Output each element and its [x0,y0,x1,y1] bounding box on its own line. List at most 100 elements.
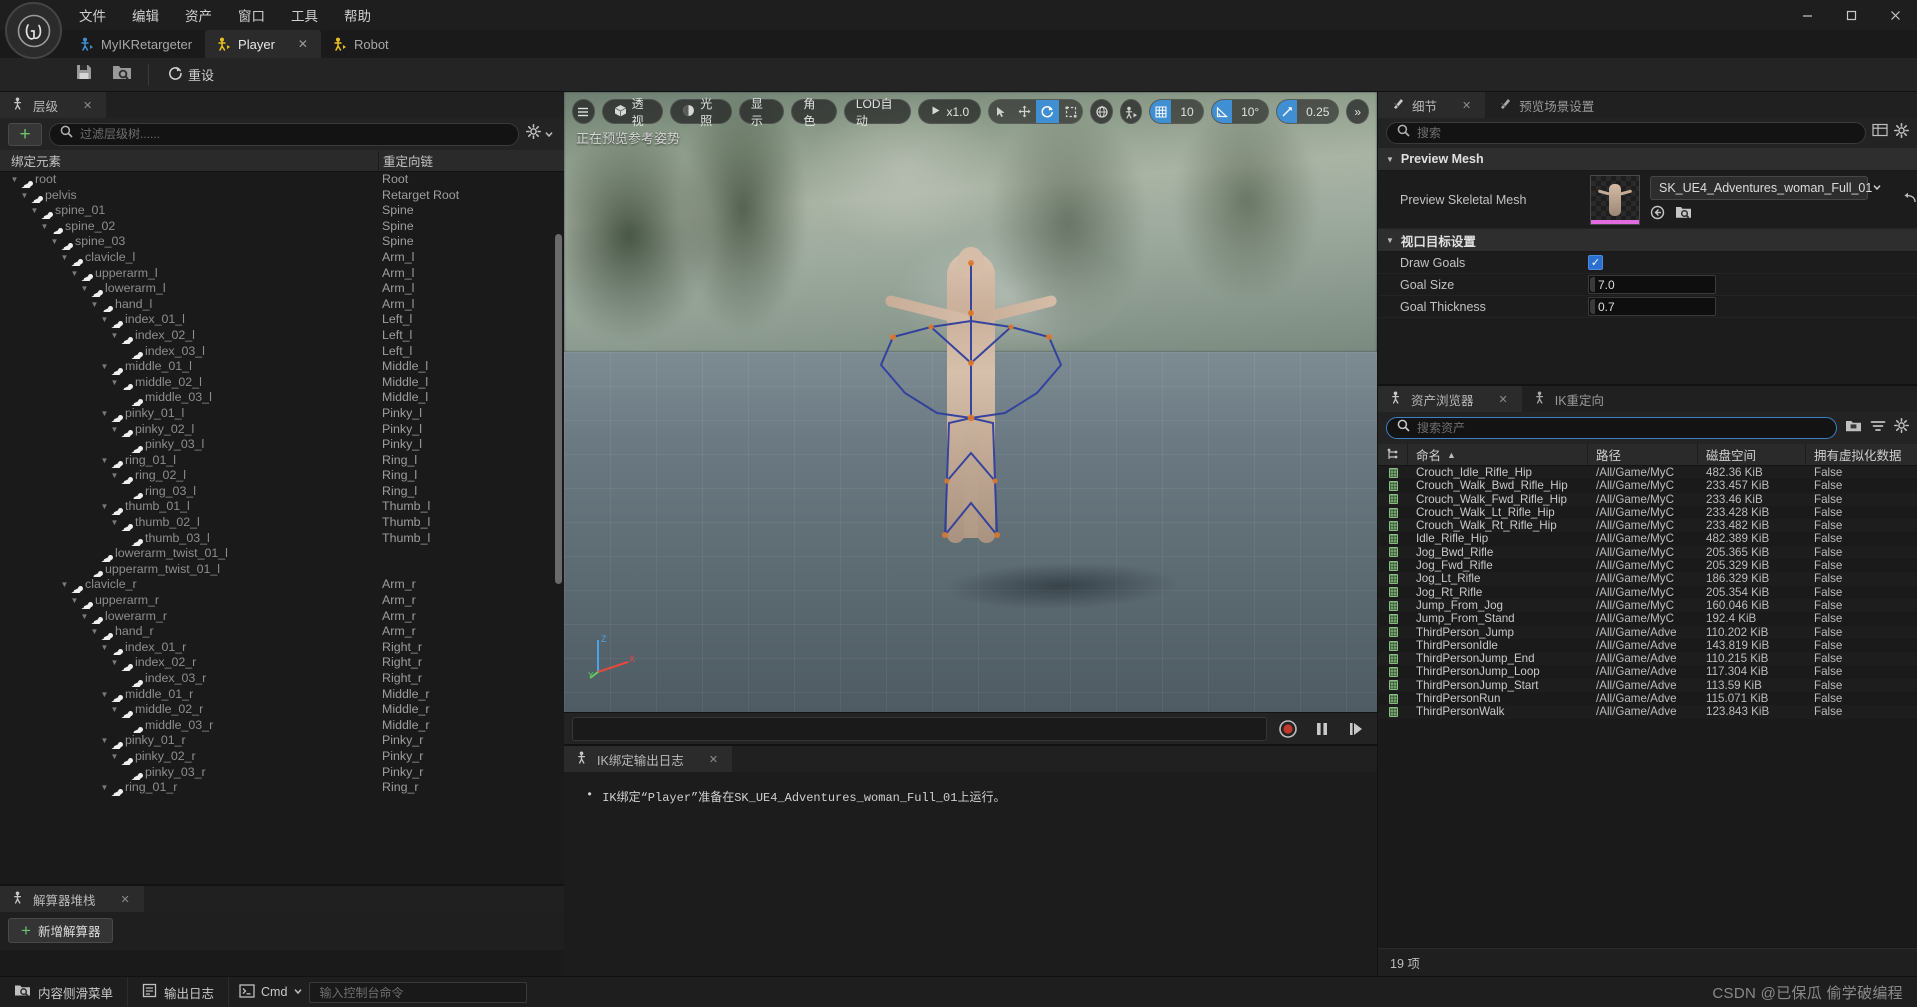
cmd-label[interactable]: Cmd [261,985,287,999]
asset-row[interactable]: Crouch_Walk_Bwd_Rifle_Hip/All/Game/MyC 23… [1378,479,1917,492]
hierarchy-row[interactable]: ▼ index_02_l Left_l [0,328,564,344]
reset-button[interactable]: 重设 [157,61,224,88]
hierarchy-tree-list[interactable]: ▼ root Root ▼ pelvis Retarget Root ▼ spine_01 Sp… [0,172,564,884]
preview-mesh-dropdown[interactable]: SK_UE4_Adventures_woman_Full_01 [1650,176,1881,200]
hierarchy-row[interactable]: ▼ thumb_01_l Thumb_l [0,499,564,516]
section-header-preview-mesh[interactable]: ▼ Preview Mesh [1378,148,1917,171]
chevron-down-icon[interactable]: ▼ [109,749,120,765]
asset-row[interactable]: Jog_Lt_Rifle/All/Game/MyC 186.329 KiB Fals… [1378,572,1917,586]
hierarchy-row[interactable]: ▼ clavicle_l Arm_l [0,250,564,266]
chevron-down-icon[interactable]: ▼ [99,359,110,375]
hierarchy-row[interactable]: upperarm_twist_01_l [0,562,564,578]
asset-row[interactable]: ThirdPersonJump_Start/All/Game/Adve 113.5… [1378,678,1917,693]
solver-tab-close-icon[interactable]: ✕ [121,893,130,906]
tab-details[interactable]: 细节 ✕ [1378,92,1486,118]
chevron-down-icon[interactable]: ▼ [109,375,120,391]
hierarchy-icon[interactable] [1378,444,1408,465]
chevron-down-icon[interactable]: ▼ [109,422,120,438]
add-hierarchy-button[interactable]: + [8,122,42,146]
viewport-perspective-button[interactable]: 透视 [601,97,664,128]
hierarchy-scrollbar[interactable] [555,234,562,584]
hierarchy-row-chain[interactable]: Thumb_l [378,531,564,547]
hierarchy-row-chain[interactable]: Left_l [378,312,564,328]
hierarchy-row-chain[interactable]: Spine [378,219,564,235]
asset-row[interactable]: ThirdPersonRun/All/Game/Adve 115.071 KiB F… [1378,692,1917,705]
chevron-down-icon[interactable] [293,985,303,999]
hierarchy-row[interactable]: ▼ pinky_02_r Pinky_r [0,749,564,765]
asset-table-body[interactable]: Crouch_Idle_Rifle_Hip/All/Game/MyC 482.36… [1378,466,1917,948]
folder-icon[interactable] [1845,419,1862,438]
hierarchy-row[interactable]: ▼ upperarm_r Arm_r [0,593,564,609]
translate-icon[interactable] [1012,100,1035,123]
viewport-lighting-button[interactable]: 光照 [670,97,732,128]
tab-ik-retarget[interactable]: IK重定向 [1522,386,1618,412]
hierarchy-row[interactable]: ▼ pelvis Retarget Root [0,188,564,204]
asset-row[interactable]: Crouch_Walk_Fwd_Rifle_Hip/All/Game/MyC 23… [1378,492,1917,506]
tab-hierarchy[interactable]: 层级 ✕ [0,92,107,118]
chevron-down-icon[interactable]: ▼ [79,281,90,297]
grid-snap-value[interactable]: 10 [1171,105,1202,119]
hierarchy-row[interactable]: pinky_03_l Pinky_l [0,437,564,453]
hierarchy-row[interactable]: ▼ lowerarm_l Arm_l [0,281,564,297]
tab-close-icon[interactable]: ✕ [298,37,308,51]
grid-icon[interactable] [1150,100,1172,123]
scale-icon[interactable] [1059,100,1082,123]
chevron-down-icon[interactable]: ▼ [69,266,80,282]
hierarchy-row[interactable]: ring_03_l Ring_l [0,484,564,500]
chevron-down-icon[interactable]: ▼ [69,593,80,609]
section-header-viewport-target-settings[interactable]: ▼ 视口目标设置 [1378,229,1917,252]
chevron-down-icon[interactable] [544,129,554,139]
tab-asset-browser[interactable]: 资产浏览器 ✕ [1378,386,1522,412]
hierarchy-tab-close-icon[interactable]: ✕ [83,99,92,112]
asset-row[interactable]: ThirdPersonJump_End/All/Game/Adve 110.215… [1378,652,1917,666]
hierarchy-row[interactable]: ▼ thumb_02_l Thumb_l [0,515,564,531]
hierarchy-row-chain[interactable]: Right_r [378,640,564,656]
tab-preview-scene-settings[interactable]: 预览场景设置 [1485,92,1608,118]
chevron-down-icon[interactable]: ▼ [89,297,100,313]
hierarchy-row-chain[interactable]: Arm_l [378,281,564,297]
hierarchy-row-chain[interactable]: Middle_r [378,702,564,718]
revert-icon[interactable] [1902,192,1917,208]
column-header-chain[interactable]: 重定向链 [378,151,564,170]
viewport-menu-button[interactable] [572,99,595,124]
chevron-down-icon[interactable]: ▼ [49,234,60,250]
hierarchy-row-chain[interactable]: Ring_l [378,453,564,469]
asset-row[interactable]: Jump_From_Jog/All/Game/MyC 160.046 KiB Fal… [1378,598,1917,613]
hierarchy-row-chain[interactable]: Ring_r [378,780,564,796]
menu-item-help[interactable]: 帮助 [333,1,382,29]
chevron-down-icon[interactable]: ▼ [89,624,100,640]
chevron-down-icon[interactable]: ▼ [109,655,120,671]
hierarchy-row[interactable]: index_03_r Right_r [0,671,564,687]
tab-ik-output-log[interactable]: IK绑定输出日志 ✕ [564,746,733,772]
hierarchy-row[interactable]: ▼ middle_01_l Middle_l [0,359,564,375]
details-search-box[interactable] [1386,122,1866,144]
solver-list-empty[interactable] [0,950,564,976]
viewport-overflow-button[interactable]: » [1346,99,1370,124]
hierarchy-row[interactable]: ▼ root Root [0,172,564,188]
hierarchy-row-chain[interactable]: Middle_r [378,718,564,734]
hierarchy-row[interactable]: ▼ lowerarm_r Arm_r [0,609,564,625]
chevron-down-icon[interactable]: ▼ [29,203,40,219]
save-button[interactable] [66,60,102,90]
asset-row[interactable]: Jog_Bwd_Rifle/All/Game/MyC 205.365 KiB Fal… [1378,545,1917,560]
hierarchy-row-chain[interactable]: Arm_r [378,593,564,609]
preview-character-mesh[interactable] [871,247,1071,544]
asset-row[interactable]: Jump_From_Stand/All/Game/MyC 192.4 KiB Fal… [1378,612,1917,625]
viewport-character-button[interactable]: 角色 [791,97,837,128]
tab-solver-stack[interactable]: 解算器堆栈 ✕ [0,886,144,912]
surface-snap-icon[interactable] [1119,99,1143,124]
asset-row[interactable]: ThirdPersonWalk/All/Game/Adve 123.843 KiB… [1378,705,1917,719]
hierarchy-row[interactable]: middle_03_r Middle_r [0,718,564,734]
unreal-logo-icon[interactable] [5,2,62,59]
grid-snap-control[interactable]: 10 [1149,99,1204,124]
hierarchy-row-chain[interactable]: Left_l [378,344,564,360]
scale-snap-control[interactable]: 0.25 [1276,99,1340,124]
hierarchy-row-chain[interactable]: Pinky_r [378,749,564,765]
hierarchy-row-chain[interactable]: Pinky_r [378,765,564,781]
tab-player[interactable]: Player ✕ [205,30,321,58]
browse-content-button[interactable] [104,60,140,90]
chevron-down-icon[interactable]: ▼ [99,780,110,796]
chevron-down-icon[interactable]: ▼ [99,406,110,422]
asset-column-path[interactable]: 路径 [1588,444,1698,465]
menu-item-file[interactable]: 文件 [68,1,117,29]
